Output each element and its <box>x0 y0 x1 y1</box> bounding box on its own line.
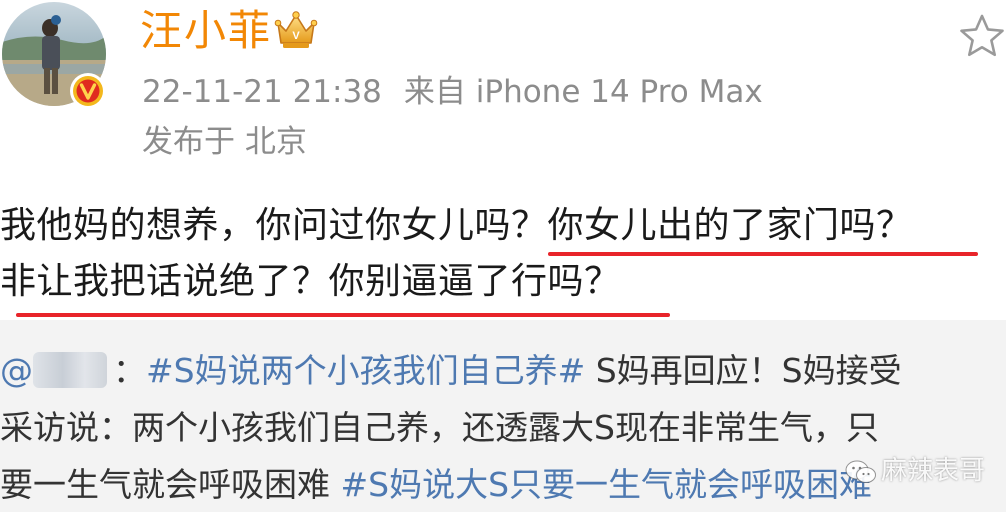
wechat-icon <box>845 460 876 483</box>
post-text-highlighted: 你女儿出的了家门吗？ <box>547 205 913 246</box>
verified-badge-icon <box>70 73 106 109</box>
red-underline-annotation <box>548 252 978 256</box>
repost-text-segment: 要一生气就会呼吸困难 <box>0 465 341 504</box>
post-location: 发布于 北京 <box>142 124 307 160</box>
blurred-username[interactable] <box>33 352 107 388</box>
post-line-2: 非让我把话说绝了？你别逼逼了行吗？ <box>0 254 1006 310</box>
crown-icon[interactable]: V <box>274 9 318 51</box>
watermark: 麻辣表哥 <box>845 451 1005 491</box>
repost-line-2: 采访说：两个小孩我们自己养，还透露大S现在非常生气，只 <box>0 408 879 447</box>
weibo-post: 汪小菲 V 22-11-21 21:38 来自 iPhone 14 Pro Max… <box>0 0 1006 512</box>
post-timestamp: 22-11-21 21:38 <box>142 74 382 110</box>
star-icon[interactable] <box>958 12 1006 60</box>
red-underline-annotation <box>16 313 670 317</box>
author-name[interactable]: 汪小菲 <box>140 6 272 56</box>
post-line-1: 我他妈的想养，你问过你女儿吗？你女儿出的了家门吗？ <box>0 198 1006 254</box>
mention-at-sign[interactable]: @ <box>0 351 33 390</box>
post-text-segment: 我他妈的想养，你问过你女儿吗？ <box>0 205 548 246</box>
post-source: 来自 iPhone 14 Pro Max <box>403 74 763 110</box>
repost-line-1: @ ：#S妈说两个小孩我们自己养# S妈再回应！S妈接受 <box>0 342 1006 399</box>
repost-text-segment: S妈再回应！S妈接受 <box>585 351 902 390</box>
repost-colon: ： <box>113 351 146 390</box>
hashtag-link[interactable]: #S妈说大S只要一生气就会呼吸困难 <box>341 465 873 504</box>
watermark-text: 麻辣表哥 <box>881 456 986 486</box>
hashtag-link[interactable]: #S妈说两个小孩我们自己养# <box>146 351 585 390</box>
svg-text:V: V <box>292 30 300 42</box>
post-meta: 22-11-21 21:38 来自 iPhone 14 Pro Max <box>142 72 763 112</box>
post-text-highlighted: 非让我把话说绝了？你别逼逼了行吗？ <box>0 261 621 302</box>
